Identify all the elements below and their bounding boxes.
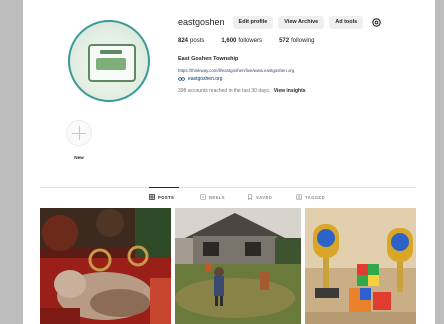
post-image-dog — [40, 208, 171, 324]
tab-posts[interactable]: POSTS — [149, 194, 174, 200]
link-icon — [178, 77, 185, 81]
highlight-label: New — [74, 155, 84, 160]
left-backdrop — [0, 0, 23, 324]
post-image-trophies — [305, 208, 416, 324]
username: eastgoshen — [178, 17, 225, 27]
edit-profile-button[interactable]: Edit profile — [232, 15, 274, 29]
post-tile[interactable] — [40, 208, 171, 324]
sign-graphic — [88, 44, 136, 82]
website-link[interactable]: eastgoshen.org — [178, 76, 222, 82]
ad-tools-button[interactable]: Ad tools — [329, 15, 364, 29]
bio-link[interactable]: https://thinkway.com/ll/eastgoshen/live/… — [178, 68, 294, 73]
profile-tabs: POSTS REELS SAVED TAGGED — [23, 194, 435, 204]
bookmark-icon — [248, 194, 252, 200]
tab-saved-label: SAVED — [256, 194, 273, 200]
posts-grid — [40, 208, 416, 324]
plus-icon — [66, 120, 92, 146]
profile-page: eastgoshen Edit profile View Archive Ad … — [23, 0, 435, 324]
gear-icon[interactable] — [371, 17, 382, 28]
view-insights-link[interactable]: View insights — [274, 88, 306, 94]
right-backdrop — [435, 0, 444, 324]
profile-stats: 824 posts 1,600 followers 572 following — [178, 38, 331, 44]
posts-label: posts — [190, 38, 205, 44]
following-label: following — [291, 38, 315, 44]
highlight-new[interactable]: New — [65, 120, 93, 160]
tab-tagged[interactable]: TAGGED — [296, 194, 325, 200]
post-tile[interactable] — [175, 208, 301, 324]
following-count: 572 — [279, 38, 290, 44]
township-logo-avatar — [68, 20, 150, 102]
tag-icon — [296, 194, 302, 200]
view-archive-button[interactable]: View Archive — [278, 15, 325, 29]
website-label: eastgoshen.org — [188, 76, 223, 82]
tab-reels-label: REELS — [209, 194, 225, 200]
profile-full-name: East Goshen Township — [178, 56, 239, 62]
profile-avatar[interactable] — [68, 20, 150, 102]
profile-top-row: eastgoshen Edit profile View Archive Ad … — [178, 15, 382, 29]
tab-posts-label: POSTS — [158, 194, 175, 200]
posts-stat: 824 posts — [178, 38, 204, 44]
post-tile[interactable] — [305, 208, 416, 324]
post-image-yard — [175, 208, 301, 324]
followers-stat[interactable]: 1,600 followers — [221, 38, 262, 44]
followers-label: followers — [238, 38, 263, 44]
posts-count: 824 — [178, 38, 189, 44]
tab-tagged-label: TAGGED — [305, 194, 326, 200]
grid-icon — [149, 194, 155, 200]
tabs-divider — [40, 187, 416, 188]
following-stat[interactable]: 572 following — [279, 38, 314, 44]
reels-icon — [200, 194, 206, 200]
tab-reels[interactable]: REELS — [200, 194, 225, 200]
insights-text: 398 accounts reached in the last 30 days… — [178, 88, 271, 94]
tab-saved[interactable]: SAVED — [247, 194, 272, 200]
insights-line: 398 accounts reached in the last 30 days… — [178, 88, 306, 94]
active-tab-indicator — [149, 187, 179, 188]
followers-count: 1,600 — [221, 38, 237, 44]
